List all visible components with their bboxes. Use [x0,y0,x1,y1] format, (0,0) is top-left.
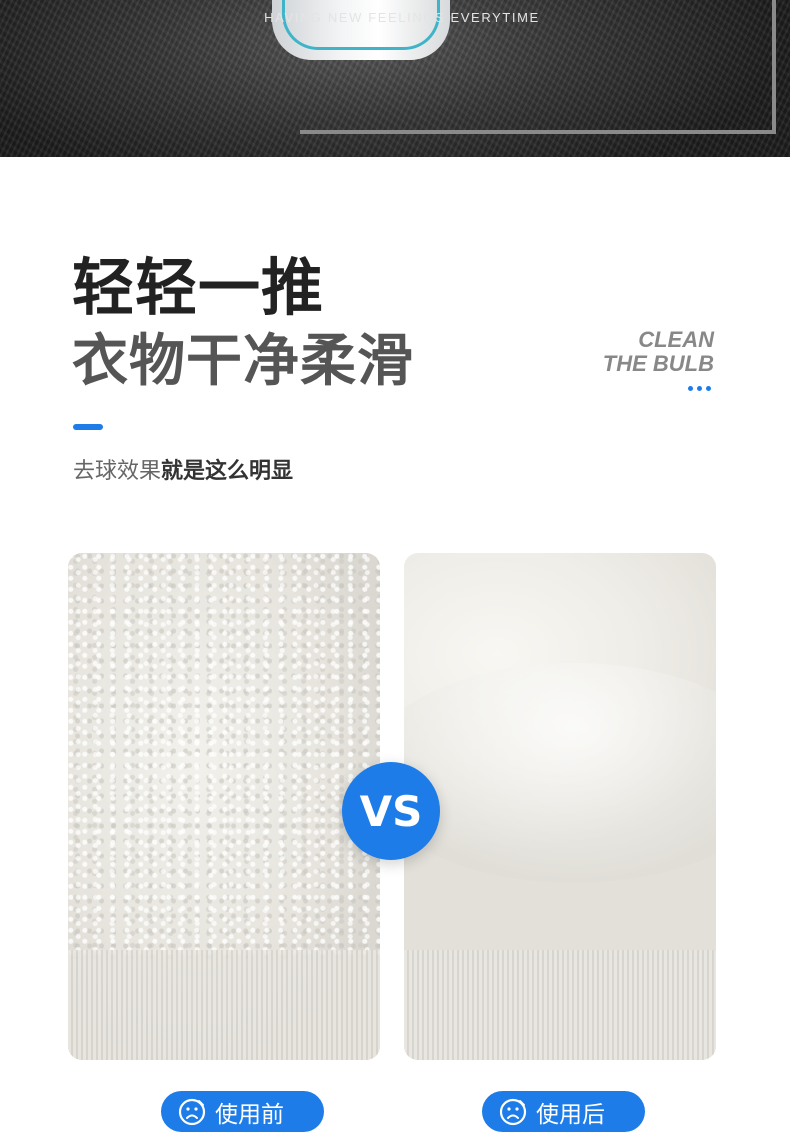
subtitle-normal: 去球效果 [73,459,162,484]
banner-tagline: HAVING NEW FEELINGS EVERYTIME [264,10,540,25]
english-caption-line: CLEAN [638,327,714,352]
dot [697,386,702,391]
before-label: 使用前 [161,1091,324,1132]
sad-face-icon [498,1097,528,1127]
fabric-fold [404,663,716,883]
before-sweater-photo [68,553,380,1060]
after-label: 使用后 [482,1091,645,1132]
after-sweater-photo [404,553,716,1060]
dot [688,386,693,391]
english-caption: CLEAN THE BULB [603,328,714,376]
dot [706,386,711,391]
banner-frame-line [300,130,776,134]
sub-title: 衣物干净柔滑 [72,329,414,394]
subtitle-bold: 就是这么明显 [161,459,294,484]
product-device-ring [282,0,440,50]
english-caption-line: THE BULB [602,351,714,376]
accent-bar [73,424,103,430]
sweater-rib-hem [68,950,380,1060]
sweater-rib-hem [404,950,716,1060]
before-label-text: 使用前 [215,1101,284,1128]
vs-badge: VS [342,762,440,860]
effect-subtitle: 去球效果就是这么明显 [73,456,293,488]
hero-banner: HAVING NEW FEELINGS EVERYTIME [0,0,790,157]
pilling-texture [68,553,380,959]
main-title: 轻轻一推 [72,251,325,324]
sad-face-icon [177,1097,207,1127]
dots-decoration [688,386,714,392]
after-label-text: 使用后 [536,1101,605,1128]
